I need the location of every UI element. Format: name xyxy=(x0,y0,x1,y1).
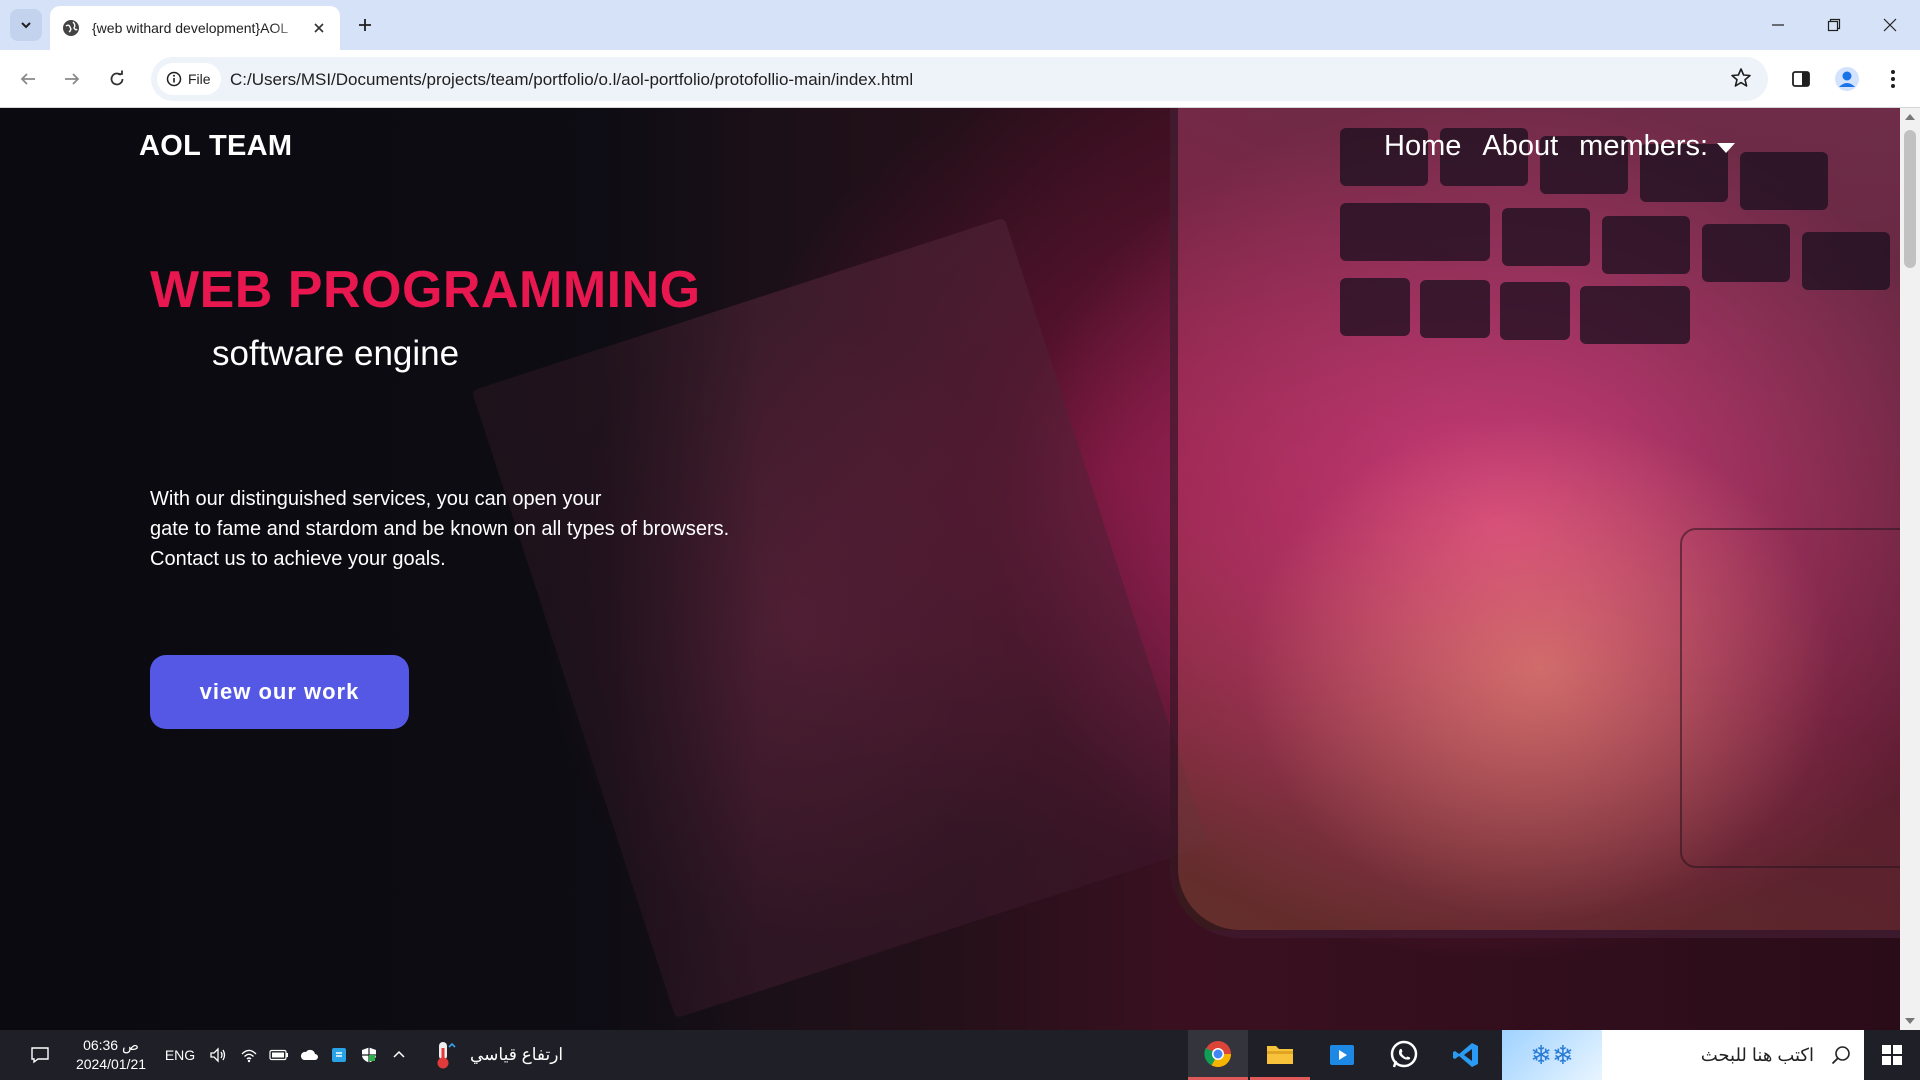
thermometer-icon xyxy=(437,1042,456,1069)
caret-down-icon xyxy=(1717,142,1736,153)
hero-subheadline: software engine xyxy=(212,334,460,373)
show-hidden-icons-icon[interactable] xyxy=(386,1030,412,1080)
taskbar-search-box[interactable]: اكتب هنا للبحث xyxy=(1602,1030,1864,1080)
notification-center-button[interactable] xyxy=(22,1030,58,1080)
weather-text: ارتفاع قياسي xyxy=(470,1045,564,1064)
avatar-icon xyxy=(1835,67,1859,91)
close-window-button[interactable] xyxy=(1862,0,1918,50)
profile-button[interactable] xyxy=(1831,63,1863,95)
minimize-icon xyxy=(1772,24,1784,26)
taskbar-app-file-explorer[interactable] xyxy=(1250,1030,1310,1080)
taskbar-app-vscode[interactable] xyxy=(1436,1030,1496,1080)
nav-about-link[interactable]: About xyxy=(1482,130,1558,163)
folder-icon xyxy=(1267,1045,1293,1064)
new-tab-button[interactable] xyxy=(352,12,378,38)
scroll-down-arrow-icon[interactable] xyxy=(1905,1018,1915,1024)
scroll-up-arrow-icon[interactable] xyxy=(1905,114,1915,120)
nav-home-link[interactable]: Home xyxy=(1384,130,1461,163)
store-tray-icon[interactable] xyxy=(326,1030,352,1080)
arrow-left-icon xyxy=(20,73,35,85)
hero-description: With our distinguished services, you can… xyxy=(150,484,790,574)
minimize-button[interactable] xyxy=(1750,0,1806,50)
notification-icon xyxy=(31,1047,49,1064)
windows-taskbar: 06:36 ص 2024/01/21 ENG ارتفاع قياسي ❄❄ ا… xyxy=(0,1030,1920,1080)
site-info-chip[interactable]: File xyxy=(157,63,221,95)
taskbar-search-placeholder: اكتب هنا للبحث xyxy=(1700,1044,1814,1065)
forward-button[interactable] xyxy=(56,63,88,95)
site-info-label: File xyxy=(188,71,211,87)
arrow-right-icon xyxy=(65,73,80,85)
address-bar[interactable]: File C:/Users/MSI/Documents/projects/tea… xyxy=(151,57,1768,101)
scrollbar-thumb[interactable] xyxy=(1904,130,1916,268)
vscode-icon xyxy=(1453,1043,1478,1067)
site-logo[interactable]: AOL TEAM xyxy=(139,130,292,163)
url-text[interactable]: C:/Users/MSI/Documents/projects/team/por… xyxy=(230,70,913,90)
start-button[interactable] xyxy=(1864,1030,1920,1080)
page-viewport: AOL TEAM Home About members: WEB PROGRAM… xyxy=(0,108,1900,1030)
plus-icon xyxy=(359,19,371,31)
browser-toolbar: File C:/Users/MSI/Documents/projects/tea… xyxy=(0,50,1920,108)
hero-headline: WEB PROGRAMMING xyxy=(150,261,701,319)
hero-description-line: With our distinguished services, you can… xyxy=(150,488,602,510)
clock-date: 2024/01/21 xyxy=(75,1056,147,1072)
main-nav: Home About members: xyxy=(1384,130,1777,163)
background-trackpad xyxy=(1680,528,1900,868)
browser-tab[interactable]: {web withard development}AOL xyxy=(50,6,340,50)
taskbar-app-whatsapp[interactable] xyxy=(1374,1030,1434,1080)
whatsapp-icon xyxy=(1390,1040,1418,1068)
side-panel-button[interactable] xyxy=(1785,63,1817,95)
security-shield-icon[interactable] xyxy=(356,1030,382,1080)
restore-icon xyxy=(1827,18,1841,32)
close-icon xyxy=(1883,18,1897,32)
video-player-icon xyxy=(1330,1045,1354,1065)
weather-widget[interactable]: ارتفاع قياسي xyxy=(432,1030,632,1080)
view-our-work-button[interactable]: view our work xyxy=(150,655,409,729)
reload-button[interactable] xyxy=(101,63,133,95)
nav-members-dropdown[interactable]: members: xyxy=(1579,130,1756,163)
tab-search-button[interactable] xyxy=(10,9,42,41)
chevron-down-icon xyxy=(21,22,31,29)
more-vertical-icon xyxy=(1891,70,1895,88)
restore-button[interactable] xyxy=(1806,0,1862,50)
browser-tab-bar: {web withard development}AOL xyxy=(0,0,1920,50)
globe-icon xyxy=(63,20,79,36)
page-scrollbar[interactable] xyxy=(1900,108,1920,1030)
side-panel-icon xyxy=(1792,71,1810,87)
clock-time: 06:36 ص xyxy=(83,1037,139,1053)
hero-description-line: Contact us to achieve your goals. xyxy=(150,548,446,570)
bookmark-star-icon[interactable] xyxy=(1730,67,1752,94)
battery-icon[interactable] xyxy=(266,1030,292,1080)
language-indicator[interactable]: ENG xyxy=(162,1030,198,1080)
browser-menu-button[interactable] xyxy=(1877,63,1909,95)
tab-title: {web withard development}AOL xyxy=(92,20,289,36)
nav-members-label: members: xyxy=(1579,130,1709,162)
search-icon xyxy=(1831,1046,1850,1065)
taskbar-app-chrome[interactable] xyxy=(1188,1030,1248,1080)
hero-description-line: gate to fame and stardom and be known on… xyxy=(150,518,730,540)
chrome-icon xyxy=(1204,1040,1232,1067)
back-button[interactable] xyxy=(12,63,44,95)
volume-icon[interactable] xyxy=(205,1030,231,1080)
reload-icon xyxy=(110,70,124,86)
info-icon xyxy=(166,71,182,87)
weather-snowflake-widget[interactable]: ❄❄ xyxy=(1502,1030,1602,1080)
taskbar-clock[interactable]: 06:36 ص 2024/01/21 xyxy=(66,1036,156,1074)
taskbar-app-video[interactable] xyxy=(1312,1030,1372,1080)
wifi-icon[interactable] xyxy=(236,1030,262,1080)
close-tab-icon[interactable] xyxy=(310,19,328,37)
onedrive-icon[interactable] xyxy=(296,1030,322,1080)
windows-logo-icon xyxy=(1882,1045,1902,1065)
